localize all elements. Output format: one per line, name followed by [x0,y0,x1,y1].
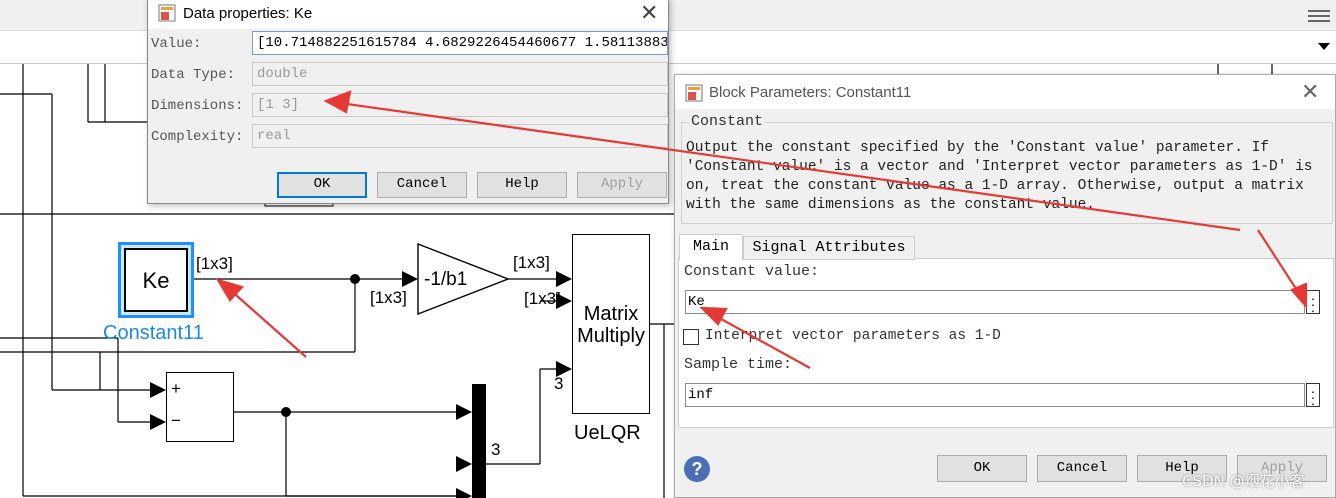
dimensions-label: Dimensions: [151,98,244,114]
help-icon[interactable]: ? [684,456,710,482]
mux-output-dimension: 3 [491,440,501,459]
data-properties-titlebar[interactable]: Data properties: Ke ✕ [148,0,668,29]
group-title: Constant [689,113,766,130]
constant-value-menu-button[interactable]: · · · [1306,290,1320,317]
signal-dimension-gain-out: [1x3] [513,253,550,272]
close-icon[interactable]: ✕ [1301,81,1319,103]
tab-signal-attributes[interactable]: Signal Attributes [743,236,915,260]
help-button[interactable]: Help [477,172,567,198]
block-parameters-titlebar[interactable]: Block Parameters: Constant11 ✕ [675,75,1335,109]
tab-main[interactable]: Main [679,234,743,260]
signal-dimension-mm-in3: 3 [554,374,564,393]
gain-label[interactable]: -1/b1 [424,269,467,291]
apply-button[interactable]: Apply [577,172,667,198]
constant-block[interactable]: Ke [124,248,188,312]
complexity-field: real [252,124,668,148]
signal-dimension-gain-in: [1x3] [370,288,407,307]
sample-time-label: Sample time: [684,356,793,373]
watermark: CSDN @烟花小客 [1182,472,1305,490]
constant-value-input[interactable]: Ke [685,290,1305,314]
data-type-field: double [252,62,668,86]
signal-dimension-ke: [1x3] [196,254,233,273]
block-parameters-title: Block Parameters: Constant11 [709,84,912,101]
matrix-multiply-label-line1: Matrix [583,303,639,325]
cancel-button[interactable]: Cancel [1037,455,1127,482]
sum-plus-sign: + [171,379,181,398]
matrix-multiply-name[interactable]: UeLQR [574,422,641,445]
constant-block-name[interactable]: Constant11 [103,322,204,345]
matrix-multiply-label-line2: Multiply [577,325,645,347]
cancel-button[interactable]: Cancel [377,172,467,198]
block-parameters-dialog: Block Parameters: Constant11 ✕ Constant … [674,74,1336,498]
sample-time-input[interactable]: inf [685,383,1305,407]
matlab-icon [158,4,176,22]
sample-time-menu-button[interactable]: · · · [1306,383,1320,410]
data-properties-title: Data properties: Ke [183,5,313,22]
matlab-icon [685,84,703,102]
constant-value-label: Constant value: [684,263,820,280]
matrix-multiply-block[interactable]: Matrix Multiply [572,234,650,414]
close-icon[interactable]: ✕ [640,2,658,24]
data-properties-dialog: Data properties: Ke ✕ Value: [10.7148822… [147,0,669,204]
signal-dimension-mm-in2: [1x3] [524,289,561,308]
constant-block-label: Ke [142,268,170,293]
interpret-checkbox[interactable] [683,329,699,345]
ok-button[interactable]: OK [937,455,1027,482]
dimensions-field: [1 3] [252,93,668,117]
sum-minus-sign: − [171,411,181,430]
menu-icon[interactable] [1308,10,1330,22]
value-field[interactable]: [10.714882251615784 4.6829226454460677 1… [252,31,668,55]
ok-button[interactable]: OK [277,172,367,198]
value-label: Value: [151,36,202,52]
data-type-label: Data Type: [151,67,236,83]
sum-block[interactable]: + − [166,372,234,442]
interpret-label[interactable]: Interpret vector parameters as 1-D [705,328,1001,344]
complexity-label: Complexity: [151,129,244,145]
dropdown-arrow-icon[interactable] [1318,43,1330,50]
description-text: Output the constant specified by the 'Co… [686,140,1313,213]
